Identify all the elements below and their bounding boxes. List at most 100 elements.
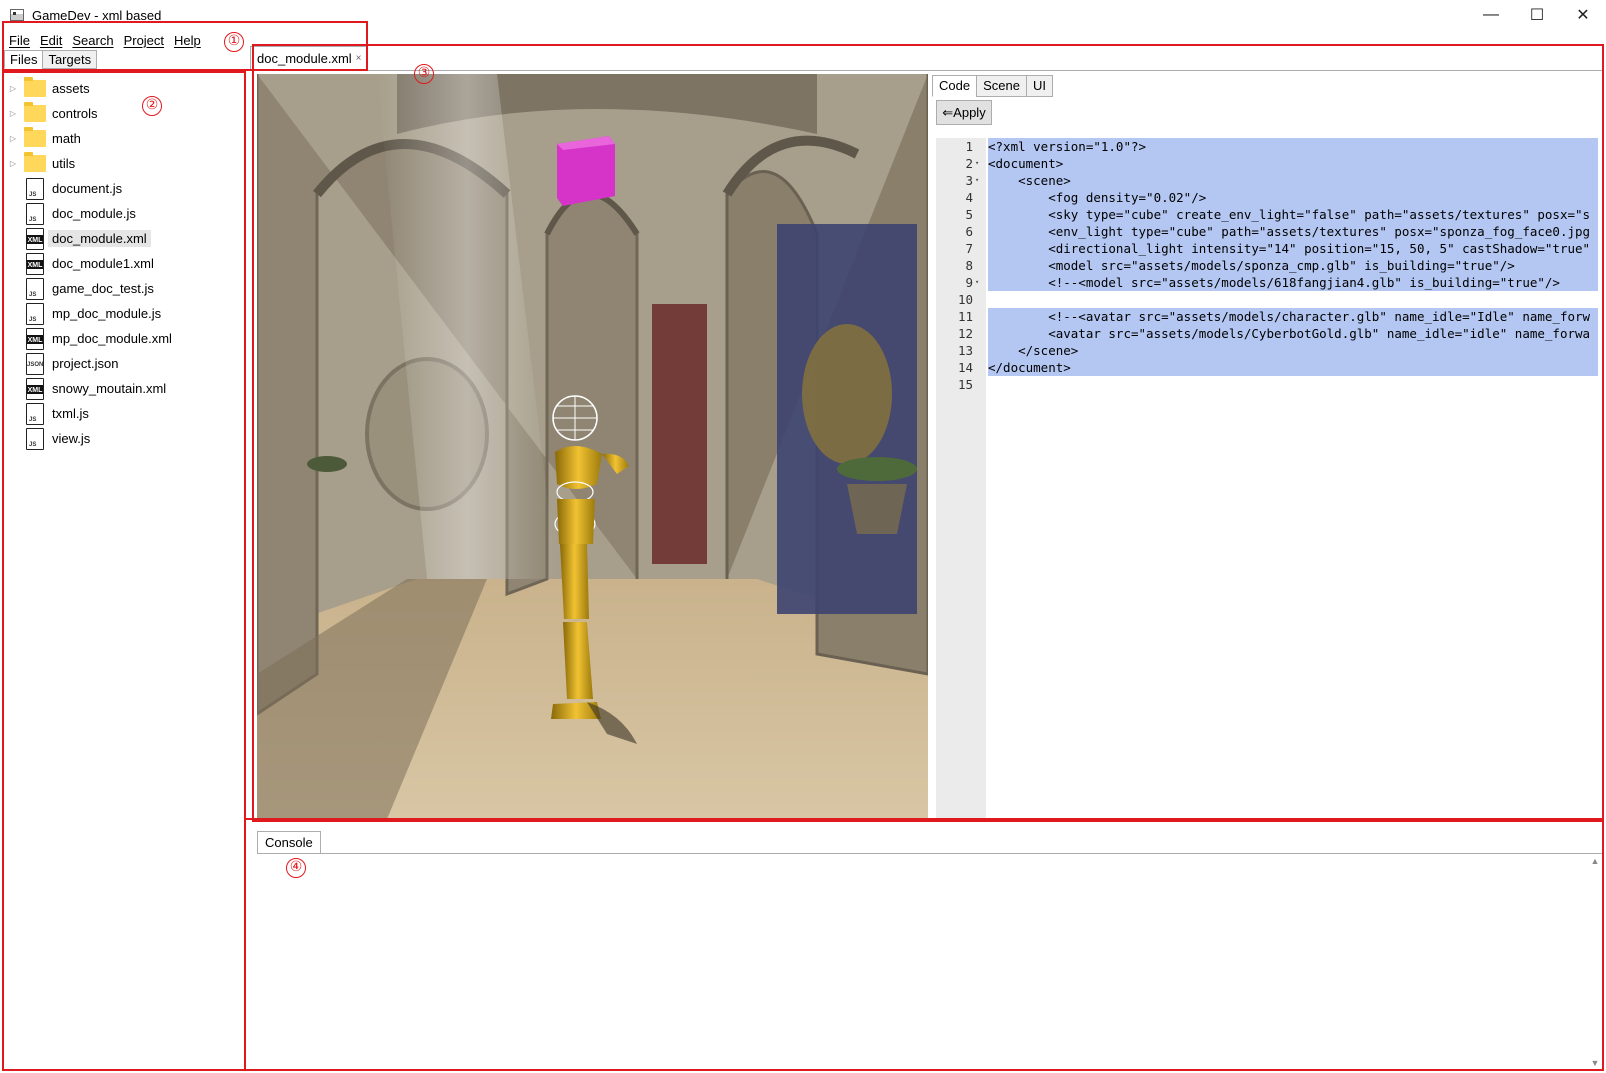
annotation-label-4: ④ bbox=[286, 858, 306, 878]
code-line[interactable]: 13 </scene> bbox=[936, 342, 1598, 359]
window-title: GameDev - xml based bbox=[32, 7, 162, 23]
code-line[interactable]: 6 <env_light type="cube" path="assets/te… bbox=[936, 223, 1598, 240]
menu-project[interactable]: Project bbox=[119, 33, 169, 48]
menu-search[interactable]: Search bbox=[67, 33, 118, 48]
tab-files[interactable]: Files bbox=[4, 50, 44, 69]
annotation-label-3: ③ bbox=[414, 64, 434, 84]
expand-arrow-icon[interactable]: ▷ bbox=[6, 134, 20, 143]
tree-file-doc-module-xml[interactable]: XML doc_module.xml bbox=[6, 226, 246, 251]
tree-item-label: controls bbox=[52, 106, 98, 121]
fold-arrow-icon[interactable]: ▾ bbox=[975, 274, 979, 291]
tree-folder-utils[interactable]: ▷ utils bbox=[6, 151, 246, 176]
minimize-button[interactable]: — bbox=[1468, 0, 1514, 30]
tab-console[interactable]: Console bbox=[257, 831, 321, 854]
code-line[interactable]: 12 <avatar src="assets/models/CyberbotGo… bbox=[936, 325, 1598, 342]
code-panel-tabs: Code Scene UI bbox=[932, 75, 1053, 97]
tree-file-doc-module1-xml[interactable]: XML doc_module1.xml bbox=[6, 251, 246, 276]
tree-folder-assets[interactable]: ▷ assets bbox=[6, 76, 246, 101]
code-editor[interactable]: 1 <?xml version="1.0"?> 2 ▾ <document> 3 ▾ <sc… bbox=[936, 138, 1598, 818]
console-scrollbar[interactable]: ▲ ▼ bbox=[1588, 856, 1602, 1068]
tree-file-mp-doc-module-xml[interactable]: XML mp_doc_module.xml bbox=[6, 326, 246, 351]
tree-item-label: document.js bbox=[52, 181, 123, 196]
js-file-icon bbox=[26, 402, 44, 425]
code-line[interactable]: 11 <!--<avatar src="assets/models/charac… bbox=[936, 308, 1598, 325]
close-tab-icon[interactable]: × bbox=[356, 48, 362, 70]
code-text: <?xml version="1.0"?> bbox=[988, 138, 1598, 155]
tree-file-doc-module-js[interactable]: doc_module.js bbox=[6, 201, 246, 226]
fold-arrow-icon[interactable]: ▾ bbox=[975, 172, 979, 189]
tree-file-snowy-moutain-xml[interactable]: XML snowy_moutain.xml bbox=[6, 376, 246, 401]
tree-file-txml-js[interactable]: txml.js bbox=[6, 401, 246, 426]
left-panel-tabs: Files Targets bbox=[4, 50, 98, 69]
code-line[interactable]: 14 </document> bbox=[936, 359, 1598, 376]
scroll-up-icon[interactable]: ▲ bbox=[1588, 856, 1602, 866]
line-number: 12 bbox=[957, 326, 973, 341]
code-line[interactable]: 2 ▾ <document> bbox=[936, 155, 1598, 172]
line-number: 10 bbox=[957, 292, 973, 307]
menu-edit[interactable]: Edit bbox=[35, 33, 67, 48]
line-number: 11 bbox=[957, 309, 973, 324]
code-text: <env_light type="cube" path="assets/text… bbox=[988, 223, 1598, 240]
tree-file-mp-doc-module-js[interactable]: mp_doc_module.js bbox=[6, 301, 246, 326]
close-button[interactable]: ✕ bbox=[1560, 0, 1606, 30]
console-output[interactable] bbox=[257, 854, 1602, 1068]
xml-file-icon: XML bbox=[26, 252, 44, 275]
tree-folder-controls[interactable]: ▷ controls bbox=[6, 101, 246, 126]
tree-item-label: utils bbox=[52, 156, 76, 171]
app-icon bbox=[10, 9, 24, 21]
json-file-icon: JSON bbox=[26, 352, 44, 375]
menu-file[interactable]: File bbox=[4, 33, 35, 48]
fold-arrow-icon[interactable]: ▾ bbox=[975, 155, 979, 172]
tree-item-label: doc_module.js bbox=[52, 206, 136, 221]
scene-viewport[interactable] bbox=[257, 74, 928, 819]
menu-bar: File Edit Search Project Help bbox=[0, 30, 206, 50]
tree-item-label: math bbox=[52, 131, 81, 146]
tab-scene[interactable]: Scene bbox=[976, 75, 1027, 97]
expand-arrow-icon[interactable]: ▷ bbox=[6, 84, 20, 93]
line-number: 1 bbox=[965, 139, 973, 154]
line-number: 5 bbox=[965, 207, 973, 222]
code-line[interactable]: 8 <model src="assets/models/sponza_cmp.g… bbox=[936, 257, 1598, 274]
line-number: 6 bbox=[965, 224, 973, 239]
xml-file-icon: XML bbox=[26, 327, 44, 350]
tree-item-label: txml.js bbox=[52, 406, 89, 421]
tab-doc-module-xml[interactable]: doc_module.xml × bbox=[250, 46, 367, 71]
tree-file-document-js[interactable]: document.js bbox=[6, 176, 246, 201]
window-title-bar: GameDev - xml based — ☐ ✕ bbox=[0, 0, 1606, 30]
code-lines: 1 <?xml version="1.0"?> 2 ▾ <document> 3 ▾ <sc… bbox=[936, 138, 1598, 393]
code-text: <fog density="0.02"/> bbox=[988, 189, 1598, 206]
expand-arrow-icon[interactable]: ▷ bbox=[6, 159, 20, 168]
code-text: </document> bbox=[988, 359, 1598, 376]
tree-file-view-js[interactable]: view.js bbox=[6, 426, 246, 451]
folder-icon bbox=[24, 152, 46, 172]
tab-ui[interactable]: UI bbox=[1025, 75, 1053, 97]
apply-button[interactable]: ⇐Apply bbox=[936, 100, 992, 125]
maximize-button[interactable]: ☐ bbox=[1514, 0, 1560, 30]
code-line[interactable]: 15 bbox=[936, 376, 1598, 393]
code-line[interactable]: 7 <directional_light intensity="14" posi… bbox=[936, 240, 1598, 257]
menu-help[interactable]: Help bbox=[169, 33, 206, 48]
code-text: <!--<avatar src="assets/models/character… bbox=[988, 308, 1598, 325]
code-line[interactable]: 1 <?xml version="1.0"?> bbox=[936, 138, 1598, 155]
tree-item-label: doc_module1.xml bbox=[52, 256, 154, 271]
scroll-down-icon[interactable]: ▼ bbox=[1588, 1058, 1602, 1068]
code-line[interactable]: 10 bbox=[936, 291, 1598, 308]
line-number: 14 bbox=[957, 360, 973, 375]
doc-tab-label: doc_module.xml bbox=[257, 50, 352, 66]
code-line[interactable]: 9 ▾ <!--<model src="assets/models/618fang… bbox=[936, 274, 1598, 291]
tab-targets[interactable]: Targets bbox=[42, 50, 98, 69]
tree-file-game-doc-test-js[interactable]: game_doc_test.js bbox=[6, 276, 246, 301]
tree-item-label: mp_doc_module.xml bbox=[52, 331, 172, 346]
tree-item-label: mp_doc_module.js bbox=[52, 306, 162, 321]
expand-arrow-icon[interactable]: ▷ bbox=[6, 109, 20, 118]
tab-code[interactable]: Code bbox=[932, 75, 978, 97]
code-line[interactable]: 3 ▾ <scene> bbox=[936, 172, 1598, 189]
code-line[interactable]: 5 <sky type="cube" create_env_light="fal… bbox=[936, 206, 1598, 223]
tree-folder-math[interactable]: ▷ math bbox=[6, 126, 246, 151]
folder-icon bbox=[24, 77, 46, 97]
js-file-icon bbox=[26, 302, 44, 325]
tree-file-project-json[interactable]: JSON project.json bbox=[6, 351, 246, 376]
folder-icon bbox=[24, 127, 46, 147]
code-line[interactable]: 4 <fog density="0.02"/> bbox=[936, 189, 1598, 206]
js-file-icon bbox=[26, 202, 44, 225]
